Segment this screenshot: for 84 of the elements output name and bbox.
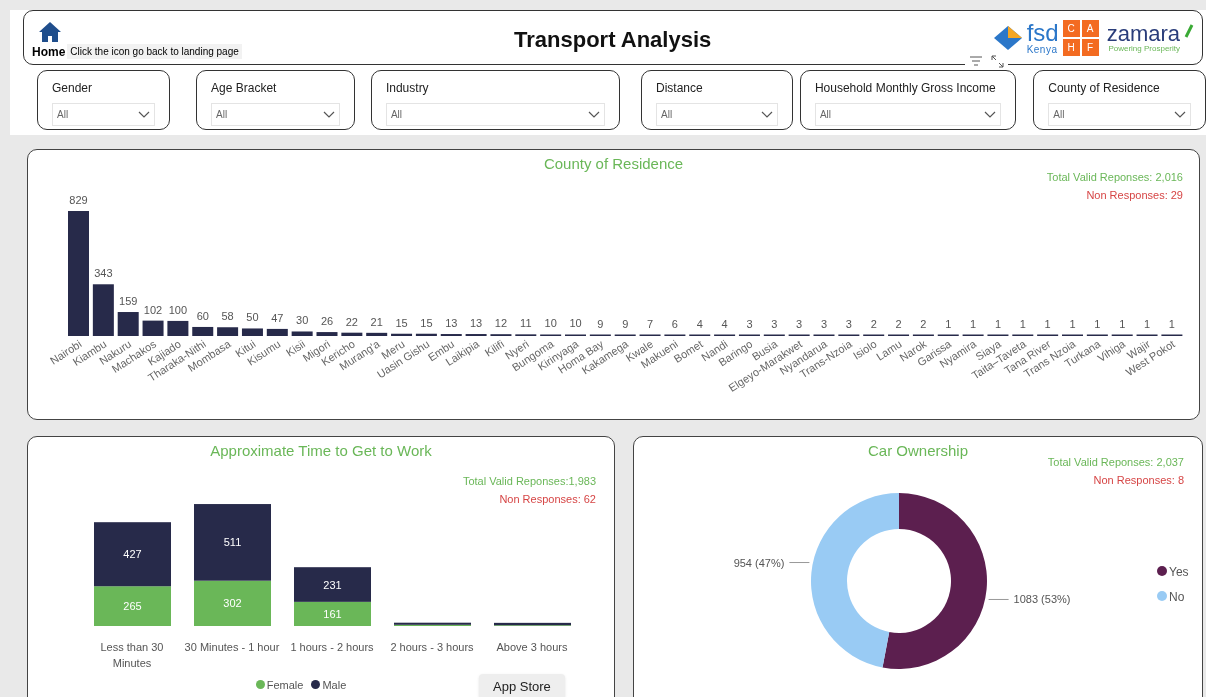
value-label: 15 (420, 316, 433, 329)
value-label: 161 (323, 607, 342, 620)
value-label: 427 (123, 547, 142, 560)
value-label: 12 (494, 316, 508, 329)
value-label: 1 (1044, 317, 1051, 329)
value-label: 3 (820, 317, 828, 329)
total-responses: Total Valid Reponses: 2,037 (1047, 455, 1184, 470)
non-responses: Non Responses: 62 (499, 492, 596, 507)
hint-text: Click the icon go back to landing page (67, 44, 242, 59)
legend-label: Male (322, 677, 347, 693)
value-label: 13 (470, 316, 483, 329)
cahf-logo: C A H F (1062, 19, 1099, 56)
non-responses: Non Responses: 8 (1093, 473, 1184, 488)
value-label: 4 (696, 317, 703, 329)
value-label: 2 (895, 317, 902, 329)
value-label: 3 (771, 317, 778, 329)
non-responses: Non Responses: 29 (1086, 188, 1183, 203)
filter-label: Gender (52, 80, 94, 97)
page-title: Transport Analysis (514, 26, 712, 54)
value-label: 13 (445, 316, 458, 329)
value-label: 47 (271, 311, 284, 324)
fsd-logo-subtitle: Kenya (1026, 44, 1059, 55)
value-label: 1 (1119, 317, 1126, 329)
panel-title: Car Ownership (867, 441, 968, 461)
value-label: 30 (296, 314, 309, 326)
value-label: 10 (569, 317, 582, 329)
value-label: 15 (395, 316, 408, 329)
filter-label: Industry (385, 80, 430, 97)
panel-title: Approximate Time to Get to Work (210, 441, 432, 461)
zamara-tagline: Powering Prosperity (1108, 44, 1180, 53)
value-label: 22 (345, 315, 358, 328)
value-label: 9 (622, 317, 629, 329)
axis-label: 2 hours - 3 hours (389, 639, 475, 655)
value-label: 1 (1144, 317, 1151, 329)
value-label: 2 (870, 317, 877, 329)
value-label: 343 (94, 266, 113, 279)
value-label: 1 (1019, 317, 1026, 329)
value-label: 231 (323, 578, 342, 591)
value-label: 21 (370, 315, 383, 328)
value-label: 302 (223, 596, 242, 609)
legend-label: No (1169, 589, 1185, 604)
value-label: 58 (221, 309, 234, 322)
value-label: 100 (168, 303, 188, 316)
fsd-logo-text: fsd (1026, 20, 1059, 45)
value-label: 954 (47%) (733, 556, 785, 569)
value-label: 3 (845, 317, 852, 329)
value-label: 50 (246, 310, 259, 323)
value-label: 11 (520, 316, 532, 329)
value-label: 102 (143, 303, 163, 316)
legend-label: Yes (1169, 564, 1189, 579)
filter-label: Age Bracket (211, 80, 278, 97)
value-label: 10 (544, 317, 557, 329)
value-label: 6 (671, 317, 678, 329)
value-label: 829 (69, 193, 88, 206)
zamara-logo-text: zamara (1106, 22, 1180, 45)
value-label: 1 (1168, 317, 1175, 329)
legend-label: Female (266, 677, 304, 693)
value-label: 511 (223, 535, 242, 548)
value-label: 3 (796, 317, 803, 329)
value-label: 2 (920, 317, 927, 329)
value-label: 1 (994, 317, 1001, 329)
value-label: 1083 (53%) (1013, 592, 1071, 605)
value-label: 7 (647, 317, 654, 329)
value-label: 4 (721, 317, 728, 329)
panel-title: County of Residence (543, 154, 684, 174)
value-label: 60 (196, 309, 209, 322)
filter-label: Distance (656, 80, 704, 97)
axis-label: Less than 30 Minutes (99, 639, 165, 671)
value-label: 1 (1069, 317, 1076, 329)
total-responses: Total Valid Reponses: 2,016 (1046, 170, 1183, 185)
value-label: 26 (320, 314, 334, 327)
filter-label: Household Monthly Gross Income (814, 80, 997, 97)
value-label: 3 (746, 317, 753, 329)
value-label: 1 (1094, 317, 1101, 329)
total-responses: Total Valid Reponses:1,983 (462, 474, 596, 489)
filter-label: County of Residence (1048, 80, 1161, 97)
value-label: 1 (945, 317, 952, 329)
value-label: 9 (597, 317, 604, 329)
value-label: 1 (970, 317, 977, 329)
value-label: 159 (119, 294, 138, 307)
axis-label: Above 3 hours (495, 639, 569, 655)
axis-label: 1 hours - 2 hours (289, 639, 375, 655)
axis-label: 30 Minutes - 1 hour (184, 639, 280, 655)
value-label: 265 (123, 599, 142, 612)
